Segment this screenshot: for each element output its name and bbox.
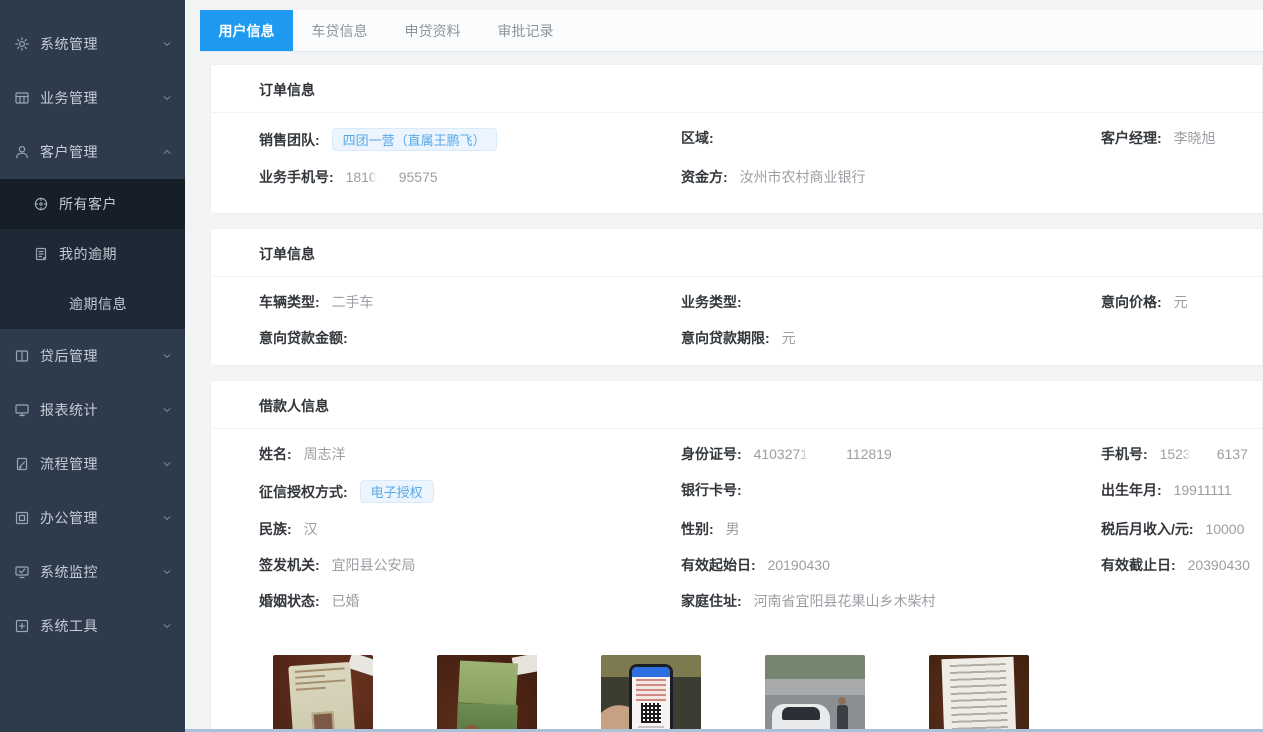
- field-intended-loan-amount: 意向贷款金额:: [259, 328, 681, 348]
- field-gender: 性别: 男: [681, 519, 1101, 539]
- field-issuing-authority: 签发机关: 宜阳县公安局: [259, 555, 681, 575]
- sidebar-item-label: 贷后管理: [40, 346, 161, 366]
- field-vehicle-type: 车辆类型: 二手车: [259, 292, 681, 312]
- sidebar-item-business-management[interactable]: 业务管理: [0, 71, 185, 125]
- sidebar-item-my-overdue[interactable]: 我的逾期: [0, 229, 185, 279]
- monitor-icon: [14, 402, 30, 418]
- sidebar-item-label: 客户管理: [40, 142, 161, 162]
- sidebar-item-label: 报表统计: [40, 400, 161, 420]
- chevron-down-icon: [161, 92, 173, 104]
- field-region: 区域:: [681, 128, 1101, 151]
- field-intended-loan-term: 意向贷款期限: 元: [681, 328, 1101, 348]
- sales-team-tag[interactable]: 四团一营（直属王鹏飞）: [332, 128, 497, 151]
- card-title: 订单信息: [211, 229, 1262, 277]
- gear-icon: [14, 36, 30, 52]
- chevron-down-icon: [161, 404, 173, 416]
- card-title: 借款人信息: [211, 381, 1262, 429]
- customer-management-submenu: 所有客户 我的逾期 逾期信息: [0, 179, 185, 329]
- field-credit-auth-method: 征信授权方式: 电子授权: [259, 480, 681, 503]
- badge-icon: [33, 196, 49, 212]
- tab-user-info[interactable]: 用户信息: [200, 10, 293, 51]
- photo-household-booklet[interactable]: [437, 655, 537, 732]
- sidebar-item-label: 所有客户: [59, 194, 185, 214]
- field-valid-from: 有效起始日: 20190430: [681, 555, 1101, 575]
- sidebar-item-system-monitor[interactable]: 系统监控: [0, 545, 185, 599]
- field-account-manager: 客户经理: 李晓旭: [1101, 128, 1262, 151]
- field-marital-status: 婚姻状态: 已婚: [259, 591, 681, 611]
- field-mobile-phone: 手机号: 15236137: [1101, 444, 1262, 464]
- chevron-down-icon: [161, 620, 173, 632]
- chevron-down-icon: [161, 458, 173, 470]
- field-name: 姓名: 周志洋: [259, 444, 681, 464]
- box-plus-icon: [14, 618, 30, 634]
- sidebar-item-label: 我的逾期: [59, 244, 185, 264]
- redaction-patch: [808, 447, 846, 461]
- sidebar-item-label: 逾期信息: [69, 294, 185, 314]
- chevron-down-icon: [161, 350, 173, 362]
- sidebar-item-all-customers[interactable]: 所有客户: [0, 179, 185, 229]
- sidebar-item-label: 流程管理: [40, 454, 161, 474]
- photo-qr-screenshot[interactable]: [601, 655, 701, 732]
- borrower-info-card: 借款人信息 姓名: 周志洋 身份证号: 4103271112819 手机号: 1…: [210, 380, 1263, 732]
- document-photos: 本人照 智能双录件: [211, 619, 1262, 732]
- order-info-card: 订单信息 销售团队: 四团一营（直属王鹏飞） 区域: 客户经理: 李晓旭 业务手: [210, 64, 1263, 214]
- sidebar-item-label: 系统管理: [40, 34, 161, 54]
- chevron-down-icon: [161, 38, 173, 50]
- book-icon: [14, 348, 30, 364]
- field-home-address: 家庭住址: 河南省宜阳县花果山乡木柴村: [681, 591, 1101, 611]
- main-content: 用户信息 车贷信息 申贷资料 审批记录 订单信息 销售团队: 四团一营（直属王鹏…: [185, 0, 1263, 732]
- loan-intent-card: 订单信息 车辆类型: 二手车 业务类型: 意向价格: 元 意向贷款金额:: [210, 228, 1263, 366]
- card-title: 订单信息: [211, 65, 1262, 113]
- square-in-square-icon: [14, 510, 30, 526]
- sidebar-item-overdue-info[interactable]: 逾期信息: [0, 279, 185, 329]
- field-funder: 资金方: 汝州市农村商业银行: [681, 167, 1101, 187]
- sidebar-item-postloan-management[interactable]: 贷后管理: [0, 329, 185, 383]
- sidebar-item-label: 系统监控: [40, 562, 161, 582]
- sidebar-item-customer-management[interactable]: 客户管理: [0, 125, 185, 179]
- sidebar-item-process-management[interactable]: 流程管理: [0, 437, 185, 491]
- chevron-down-icon: [161, 512, 173, 524]
- photo-person-with-car[interactable]: [765, 655, 865, 732]
- sidebar-item-label: 办公管理: [40, 508, 161, 528]
- photo-id-card[interactable]: [273, 655, 373, 732]
- user-icon: [14, 144, 30, 160]
- grid-icon: [14, 90, 30, 106]
- file-edit-icon: [14, 456, 30, 472]
- field-intended-price: 意向价格: 元: [1101, 292, 1262, 312]
- field-business-phone: 业务手机号: 181095575: [259, 167, 681, 187]
- photo-handwritten-document[interactable]: [929, 655, 1029, 732]
- field-business-type: 业务类型:: [681, 292, 1101, 312]
- sidebar: 系统管理 业务管理 客户管理 所有客户: [0, 0, 185, 732]
- sidebar-item-system-tools[interactable]: 系统工具: [0, 599, 185, 653]
- detail-tabs: 用户信息 车贷信息 申贷资料 审批记录: [200, 10, 1263, 52]
- redaction-patch: [1191, 447, 1217, 461]
- field-birth-date: 出生年月: 19911111: [1101, 480, 1262, 503]
- notebook-icon: [33, 246, 49, 262]
- sidebar-item-label: 业务管理: [40, 88, 161, 108]
- field-id-number: 身份证号: 4103271112819: [681, 444, 1101, 464]
- redaction-patch: [377, 170, 399, 184]
- sidebar-item-system-management[interactable]: 系统管理: [0, 17, 185, 71]
- tab-approval-records[interactable]: 审批记录: [479, 10, 572, 51]
- chevron-up-icon: [161, 146, 173, 158]
- tab-car-loan-info[interactable]: 车贷信息: [293, 10, 386, 51]
- chevron-down-icon: [161, 566, 173, 578]
- field-sales-team: 销售团队: 四团一营（直属王鹏飞）: [259, 128, 681, 151]
- sidebar-item-label: 系统工具: [40, 616, 161, 636]
- field-valid-to: 有效截止日: 20390430: [1101, 555, 1262, 575]
- field-ethnicity: 民族: 汉: [259, 519, 681, 539]
- field-monthly-income: 税后月收入/元: 10000: [1101, 519, 1262, 539]
- sidebar-item-report-statistics[interactable]: 报表统计: [0, 383, 185, 437]
- tab-loan-application-docs[interactable]: 申贷资料: [386, 10, 479, 51]
- credit-auth-tag[interactable]: 电子授权: [360, 480, 434, 503]
- monitor-check-icon: [14, 564, 30, 580]
- sidebar-item-office-management[interactable]: 办公管理: [0, 491, 185, 545]
- field-bank-card: 银行卡号:: [681, 480, 1101, 503]
